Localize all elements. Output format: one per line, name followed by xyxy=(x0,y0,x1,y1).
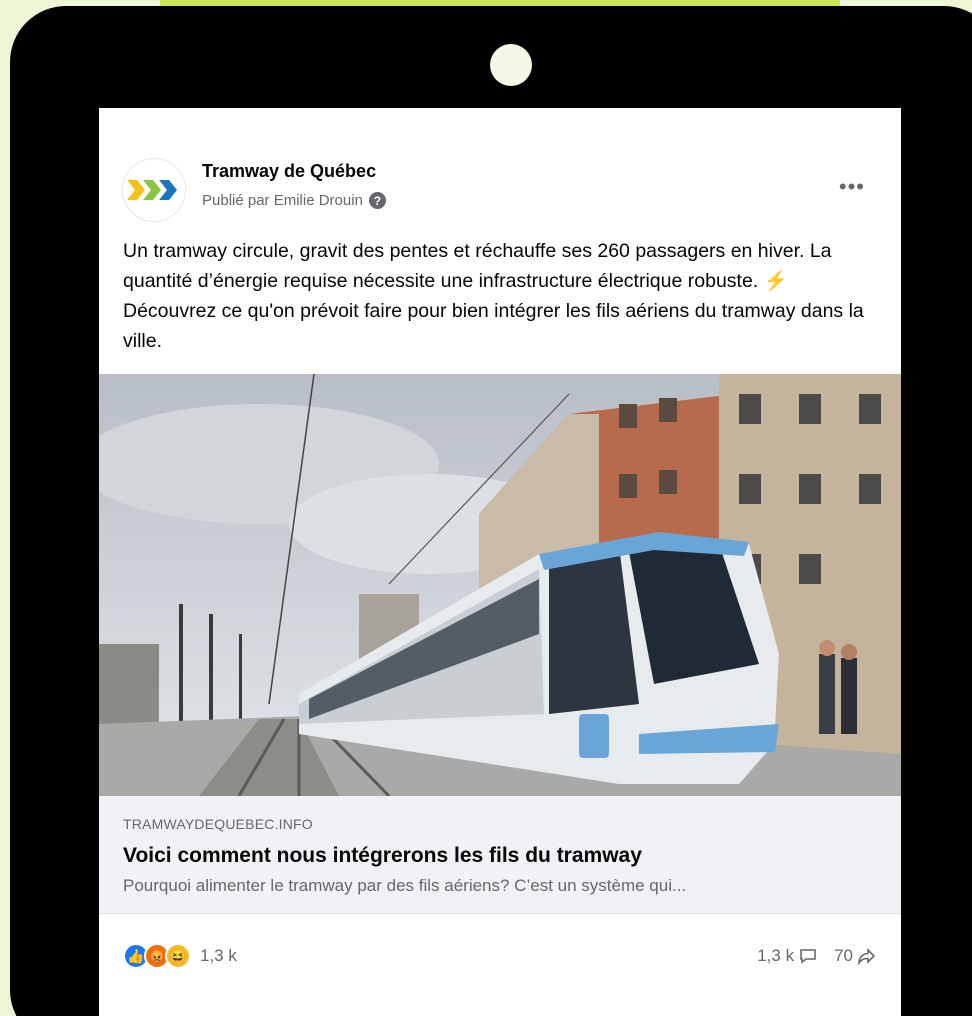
comment-count: 1,3 k xyxy=(757,946,795,965)
engagement-stats: 1,3 k 70 xyxy=(757,946,877,966)
post-text-main: Un tramway circule, gravit des pentes et… xyxy=(123,240,832,292)
page-avatar[interactable] xyxy=(122,158,186,222)
post-text-continued: Découvrez ce qu'on prévoit faire pour bi… xyxy=(123,300,864,352)
comment-icon xyxy=(800,949,816,964)
reaction-summary[interactable]: 👍 😡 😆 1,3 k xyxy=(123,943,237,969)
byline-text: Publié par Emilie Drouin xyxy=(202,192,363,209)
comment-stat[interactable]: 1,3 k xyxy=(757,946,818,966)
post-byline: Publié par Emilie Drouin ? xyxy=(202,192,386,209)
share-stat[interactable]: 70 xyxy=(834,946,877,966)
more-horizontal-icon[interactable]: ••• xyxy=(839,174,865,200)
link-title[interactable]: Voici comment nous intégrerons les fils … xyxy=(123,844,642,868)
post-header: Tramway de Québec Publié par Emilie Drou… xyxy=(99,108,901,228)
haha-reaction-icon: 😆 xyxy=(165,943,191,969)
tablet-camera xyxy=(490,44,532,86)
facebook-post: Tramway de Québec Publié par Emilie Drou… xyxy=(99,108,901,1016)
link-description: Pourquoi alimenter le tramway par des fi… xyxy=(123,876,687,895)
share-icon xyxy=(858,948,876,966)
post-text: Un tramway circule, gravit des pentes et… xyxy=(123,236,883,356)
lightning-emoji-icon: ⚡ xyxy=(763,270,788,292)
tramway-photo[interactable] xyxy=(99,374,901,796)
link-domain: TRAMWAYDEQUEBEC.INFO xyxy=(123,816,313,832)
page-name[interactable]: Tramway de Québec xyxy=(202,161,376,182)
share-count: 70 xyxy=(834,946,853,965)
link-preview[interactable]: TRAMWAYDEQUEBEC.INFO Voici comment nous … xyxy=(99,796,901,914)
tramway-logo-icon xyxy=(127,180,177,200)
reaction-count: 1,3 k xyxy=(200,946,237,965)
reactions-bar: 👍 😡 😆 1,3 k 1,3 k 70 xyxy=(123,938,877,974)
info-icon[interactable]: ? xyxy=(368,192,386,209)
